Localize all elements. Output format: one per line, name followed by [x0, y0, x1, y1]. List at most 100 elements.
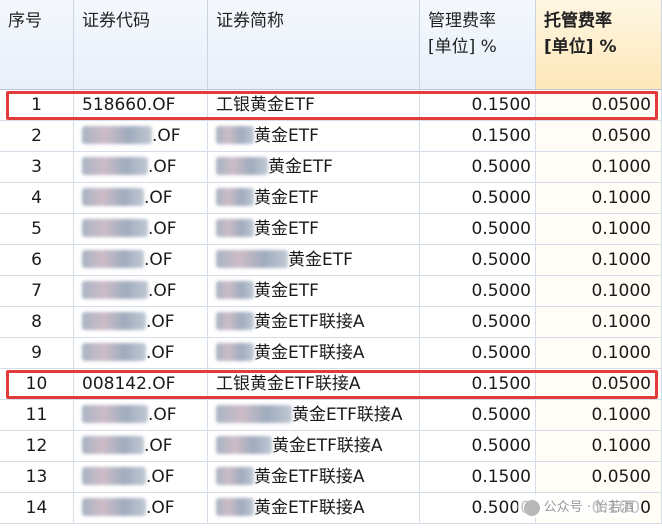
custody-fee-value: 0.1000 — [591, 157, 651, 177]
cell-mgmt-fee: 0.5000 — [420, 276, 536, 307]
mgmt-fee-value: 0.1500 — [471, 95, 531, 115]
fund-code: 008142.OF — [82, 374, 176, 394]
table-row[interactable]: 2 .OF 黄金ETF 0.1500 0.0500 — [0, 121, 662, 152]
redacted-code — [82, 404, 148, 423]
table-row[interactable]: 4 .OF 黄金ETF 0.5000 0.1000 — [0, 183, 662, 214]
fund-code: .OF — [148, 157, 177, 177]
cell-index: 5 — [0, 214, 74, 245]
header-name[interactable]: 证券简称 — [208, 0, 420, 90]
cell-mgmt-fee: 0.5000 — [420, 307, 536, 338]
row-index: 6 — [31, 250, 42, 270]
cell-mgmt-fee: 0.1500 — [420, 462, 536, 493]
redacted-code — [82, 156, 148, 175]
redacted-name — [216, 497, 254, 516]
cell-name: 黄金ETF联接A — [208, 307, 420, 338]
watermark-text: 公众号 · 怡若酒 — [543, 500, 634, 515]
header-mgmt-fee[interactable]: 管理费率 [单位] % — [420, 0, 536, 90]
table-row[interactable]: 10 008142.OF 工银黄金ETF联接A 0.1500 0.0500 — [0, 369, 662, 400]
mgmt-fee-value: 0.5000 — [471, 250, 531, 270]
cell-index: 11 — [0, 400, 74, 431]
cell-mgmt-fee: 0.1500 — [420, 90, 536, 121]
header-code-label: 证券代码 — [82, 11, 150, 31]
cell-index: 7 — [0, 276, 74, 307]
fund-code: .OF — [144, 436, 173, 456]
table-row[interactable]: 9 .OF 黄金ETF联接A 0.5000 0.1000 — [0, 338, 662, 369]
row-index: 2 — [31, 126, 42, 146]
cell-index: 8 — [0, 307, 74, 338]
cell-code: .OF — [74, 121, 208, 152]
mgmt-fee-value: 0.5000 — [471, 219, 531, 239]
header-custody-fee-unit: [单位] % — [544, 37, 617, 57]
row-index: 4 — [31, 188, 42, 208]
header-code[interactable]: 证券代码 — [74, 0, 208, 90]
mgmt-fee-value: 0.5000 — [471, 343, 531, 363]
fund-name: 黄金ETF联接A — [254, 312, 365, 332]
cell-index: 13 — [0, 462, 74, 493]
fund-code: .OF — [146, 498, 175, 518]
header-custody-fee-label: 托管费率 — [544, 11, 612, 31]
header-name-label: 证券简称 — [216, 11, 284, 31]
cell-mgmt-fee: 0.1500 — [420, 121, 536, 152]
cell-mgmt-fee: 0.5000 — [420, 245, 536, 276]
fund-name: 黄金ETF — [254, 126, 319, 146]
cell-index: 1 — [0, 90, 74, 121]
table-row[interactable]: 12 .OF 黄金ETF联接A 0.5000 0.1000 — [0, 431, 662, 462]
cell-code: .OF — [74, 276, 208, 307]
header-mgmt-fee-unit: [单位] % — [428, 37, 497, 57]
redacted-name — [216, 342, 254, 361]
table-row[interactable]: 11 .OF 黄金ETF联接A 0.5000 0.1000 — [0, 400, 662, 431]
cell-index: 2 — [0, 121, 74, 152]
mgmt-fee-value: 0.5000 — [471, 281, 531, 301]
cell-name: 工银黄金ETF — [208, 90, 420, 121]
cell-name: 黄金ETF联接A — [208, 400, 420, 431]
custody-fee-value: 0.1000 — [591, 343, 651, 363]
custody-fee-value: 0.0500 — [591, 467, 651, 487]
redacted-name — [216, 218, 254, 237]
cell-code: .OF — [74, 431, 208, 462]
cell-code: .OF — [74, 245, 208, 276]
fund-code: .OF — [146, 312, 175, 332]
cell-name: 黄金ETF联接A — [208, 493, 420, 524]
custody-fee-value: 0.0500 — [591, 374, 651, 394]
cell-custody-fee: 0.1000 — [536, 400, 662, 431]
cell-code: .OF — [74, 214, 208, 245]
redacted-code — [82, 249, 144, 268]
header-index[interactable]: 序号 — [0, 0, 74, 90]
cell-custody-fee: 0.1000 — [536, 245, 662, 276]
fund-code: .OF — [146, 467, 175, 487]
header-custody-fee[interactable]: 托管费率 [单位] % — [536, 0, 662, 90]
row-index: 9 — [31, 343, 42, 363]
cell-mgmt-fee: 0.5000 — [420, 152, 536, 183]
redacted-name — [216, 125, 254, 144]
fund-code: .OF — [144, 250, 173, 270]
row-index: 12 — [25, 436, 48, 456]
cell-index: 9 — [0, 338, 74, 369]
cell-index: 6 — [0, 245, 74, 276]
mgmt-fee-value: 0.1500 — [471, 126, 531, 146]
redacted-name — [216, 280, 254, 299]
custody-fee-value: 0.1000 — [591, 405, 651, 425]
custody-fee-value: 0.1000 — [591, 281, 651, 301]
fund-code: .OF — [148, 405, 177, 425]
redacted-code — [82, 435, 144, 454]
fund-name: 黄金ETF — [268, 157, 333, 177]
table-row[interactable]: 7 .OF 黄金ETF 0.5000 0.1000 — [0, 276, 662, 307]
table-row[interactable]: 1 518660.OF 工银黄金ETF 0.1500 0.0500 — [0, 90, 662, 121]
cell-custody-fee: 0.1000 — [536, 431, 662, 462]
redacted-name — [216, 466, 254, 485]
fund-name: 黄金ETF联接A — [254, 343, 365, 363]
table-row[interactable]: 8 .OF 黄金ETF联接A 0.5000 0.1000 — [0, 307, 662, 338]
cell-name: 黄金ETF — [208, 214, 420, 245]
cell-code: .OF — [74, 183, 208, 214]
custody-fee-value: 0.0500 — [591, 126, 651, 146]
table-row[interactable]: 5 .OF 黄金ETF 0.5000 0.1000 — [0, 214, 662, 245]
cell-code: .OF — [74, 400, 208, 431]
row-index: 10 — [25, 374, 48, 394]
table-row[interactable]: 3 .OF 黄金ETF 0.5000 0.1000 — [0, 152, 662, 183]
fund-name: 工银黄金ETF联接A — [216, 374, 361, 394]
redacted-code — [82, 342, 146, 361]
table-row[interactable]: 13 .OF 黄金ETF联接A 0.1500 0.0500 — [0, 462, 662, 493]
redacted-code — [82, 497, 146, 516]
cell-index: 12 — [0, 431, 74, 462]
table-row[interactable]: 6 .OF 黄金ETF 0.5000 0.1000 — [0, 245, 662, 276]
